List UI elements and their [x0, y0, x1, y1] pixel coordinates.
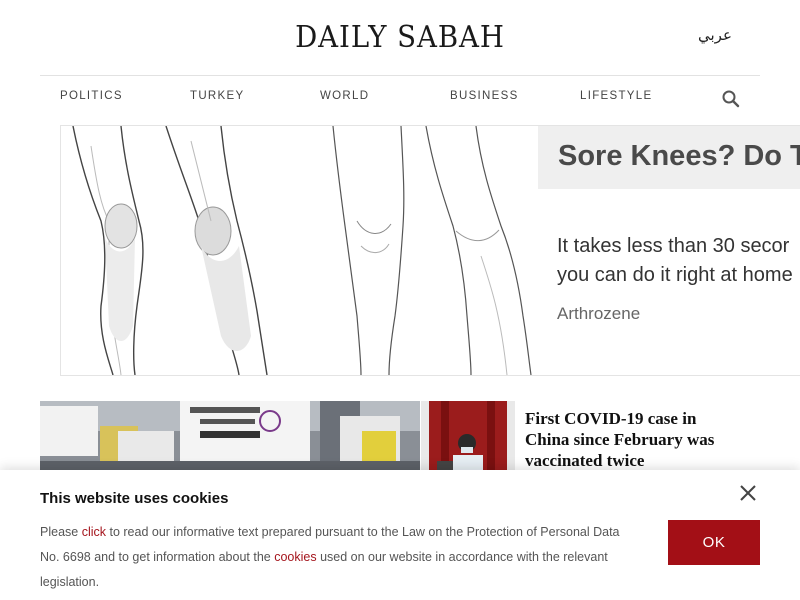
nav-item-business[interactable]: BUSINESS — [450, 90, 519, 102]
ad-body-line: It takes less than 30 secor — [557, 235, 790, 257]
cookie-text-part: Please — [40, 525, 82, 539]
ad-headline-box: Sore Knees? Do T — [538, 126, 800, 189]
news-side-image[interactable] — [421, 401, 515, 481]
ad-headline[interactable]: Sore Knees? Do T — [558, 140, 800, 173]
cookie-banner: This website uses cookies Please click t… — [0, 470, 800, 600]
ad-knee-illustration — [61, 126, 537, 375]
news-headline[interactable]: First COVID-19 case in China since Febru… — [525, 408, 715, 471]
search-icon[interactable] — [720, 88, 742, 110]
nav-item-politics[interactable]: POLITICS — [60, 90, 123, 102]
nav-item-lifestyle[interactable]: LIFESTYLE — [580, 90, 652, 102]
cookie-title: This website uses cookies — [40, 490, 229, 507]
ad-body-line: you can do it right at home — [557, 264, 793, 286]
main-nav: POLITICS TURKEY WORLD BUSINESS LIFESTYLE — [0, 76, 800, 120]
nav-item-world[interactable]: WORLD — [320, 90, 369, 102]
close-icon[interactable] — [737, 482, 759, 504]
cookies-link[interactable]: cookies — [274, 550, 316, 564]
site-header: DAILY SABAH عربي — [0, 0, 800, 76]
advertisement[interactable]: Sore Knees? Do T It takes less than 30 s… — [60, 125, 800, 376]
ad-body-text: It takes less than 30 secor you can do i… — [557, 232, 800, 290]
site-logo[interactable]: DAILY SABAH — [32, 20, 768, 55]
cookie-text: Please click to read our informative tex… — [40, 520, 640, 595]
ok-button[interactable]: OK — [668, 520, 760, 565]
arabic-language-link[interactable]: عربي — [698, 26, 732, 44]
news-main-image[interactable] — [40, 401, 420, 481]
click-link[interactable]: click — [82, 525, 106, 539]
ad-brand[interactable]: Arthrozene — [557, 304, 640, 324]
nav-item-turkey[interactable]: TURKEY — [190, 90, 244, 102]
